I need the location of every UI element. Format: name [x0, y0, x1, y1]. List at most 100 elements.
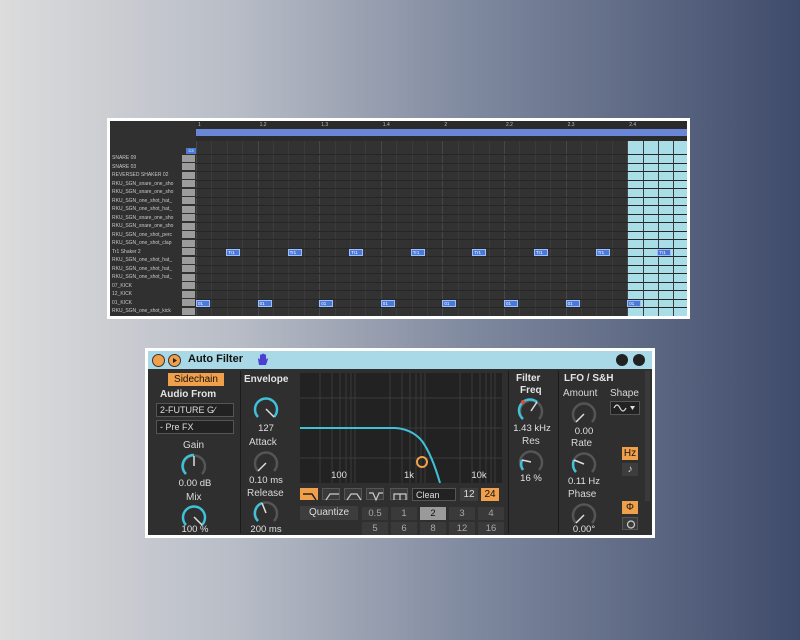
key-stub[interactable]: [182, 197, 195, 204]
key-row[interactable]: RKU_SGN_one_shot_hat_: [110, 205, 196, 213]
midi-note[interactable]: 01: [442, 299, 457, 307]
midi-note[interactable]: 01: [319, 299, 334, 307]
quantize-toggle[interactable]: Quantize: [300, 506, 358, 520]
key-stub[interactable]: [182, 290, 195, 298]
midi-note[interactable]: 01: [380, 299, 395, 307]
key-row[interactable]: RKU_SGN_one_shot_kick: [110, 307, 196, 315]
circuit-dropdown[interactable]: Clean: [412, 488, 456, 501]
lowpass-filter-button[interactable]: [300, 488, 318, 501]
quantize-value-button[interactable]: 6: [391, 522, 417, 535]
key-stub[interactable]: [182, 239, 195, 247]
amount-knob[interactable]: [570, 400, 598, 428]
key-row[interactable]: RKU_SGN_one_shot_hat_: [110, 197, 196, 205]
key-row[interactable]: SNARE 09: [110, 154, 196, 162]
rate-sync-button[interactable]: ♪: [622, 463, 638, 476]
midi-note[interactable]: Tr1: [349, 248, 364, 256]
audio-tap-dropdown[interactable]: - Pre FX: [156, 420, 234, 434]
midi-note[interactable]: Tr1: [410, 248, 425, 256]
rate-knob[interactable]: [570, 450, 598, 478]
quantize-value-button[interactable]: 4: [478, 507, 504, 520]
key-stub[interactable]: [182, 163, 195, 170]
key-stub[interactable]: [182, 214, 195, 221]
lfo-shape-dropdown[interactable]: [610, 401, 640, 415]
midi-note[interactable]: 01: [504, 299, 518, 307]
release-knob[interactable]: [252, 499, 280, 527]
key-row[interactable]: RKU_SGN_one_shot_clap: [110, 239, 196, 247]
rate-hz-button[interactable]: Hz: [622, 447, 638, 460]
save-preset-icon[interactable]: [633, 354, 645, 366]
key-row[interactable]: 01_KICK: [110, 299, 196, 307]
loop-brace[interactable]: [196, 129, 687, 136]
midi-note[interactable]: Tr1: [534, 248, 548, 256]
gain-knob[interactable]: [180, 452, 208, 480]
midi-note[interactable]: Tr1: [472, 248, 487, 256]
key-stub[interactable]: [182, 282, 195, 289]
slope-12-button[interactable]: 12: [460, 488, 478, 501]
device-title-bar[interactable]: Auto Filter: [148, 351, 652, 369]
note-grid[interactable]: 1 1.2 1.3 1.4 2 2.2 2.3 2.4 Tr1 01 Tr1 01 Tr1 01 Tr1 0…: [196, 121, 687, 316]
key-row[interactable]: REVERSED SHAKER 02: [110, 171, 196, 179]
key-stub[interactable]: [182, 307, 195, 315]
key-stub[interactable]: [182, 265, 195, 272]
quantize-value-button[interactable]: 8: [420, 522, 446, 535]
attack-knob[interactable]: [252, 449, 280, 477]
notch-filter-button[interactable]: [366, 488, 384, 502]
key-row[interactable]: RKU_SGN_snare_one_sho: [110, 188, 196, 196]
key-row[interactable]: RKU_SGN_one_shot_hat_: [110, 265, 196, 273]
device-scrollbar[interactable]: [645, 371, 650, 501]
key-row[interactable]: RKU_SGN_snare_one_sho: [110, 180, 196, 188]
key-row[interactable]: RKU_SGN_one_shot_perc: [110, 231, 196, 239]
key-row[interactable]: 12_KICK: [110, 290, 196, 298]
key-stub[interactable]: [182, 256, 195, 264]
quantize-value-button[interactable]: 5: [362, 522, 388, 535]
key-stub[interactable]: [182, 205, 195, 213]
quantize-value-button[interactable]: 2: [420, 507, 446, 520]
key-row[interactable]: RKU_SGN_one_shot_hat_: [110, 256, 196, 264]
loop-start-marker[interactable]: C3: [186, 148, 196, 154]
key-row[interactable]: 07_KICK: [110, 282, 196, 290]
play-icon[interactable]: [168, 354, 181, 367]
key-stub[interactable]: [182, 180, 195, 187]
morph-filter-button[interactable]: [390, 488, 408, 500]
midi-note[interactable]: Tr1: [287, 248, 302, 256]
quantize-value-button[interactable]: 1: [391, 507, 417, 520]
key-row[interactable]: RKU_SGN_one_shot_hat_: [110, 273, 196, 281]
key-row[interactable]: Tr1 Shaker 2: [110, 248, 196, 256]
key-stub[interactable]: [182, 188, 195, 196]
audio-from-dropdown[interactable]: 2-FUTURE G∕: [156, 403, 234, 417]
key-row[interactable]: SNARE 03: [110, 163, 196, 171]
midi-note[interactable]: 01: [627, 299, 642, 307]
midi-note[interactable]: Tr1: [226, 248, 240, 256]
midi-note[interactable]: Tr1: [657, 248, 672, 256]
phase-mode-button[interactable]: Φ: [622, 501, 638, 514]
midi-note[interactable]: 01: [565, 299, 580, 307]
key-stub[interactable]: [182, 231, 195, 238]
quantize-value-button[interactable]: 3: [449, 507, 475, 520]
sidechain-toggle[interactable]: Sidechain: [168, 373, 224, 386]
highpass-filter-button[interactable]: [322, 488, 340, 501]
envelope-knob[interactable]: [252, 395, 280, 423]
key-stub[interactable]: [182, 171, 195, 179]
device-activator-button[interactable]: [152, 354, 165, 367]
key-row[interactable]: RKU_SGN_snare_one_sho: [110, 222, 196, 230]
midi-note[interactable]: Tr1: [595, 248, 610, 256]
frequency-knob[interactable]: [517, 397, 545, 425]
quantize-value-button[interactable]: 12: [449, 522, 475, 535]
quantize-value-button[interactable]: 16: [478, 522, 504, 535]
slope-24-button[interactable]: 24: [481, 488, 499, 501]
filter-response-graph[interactable]: [300, 373, 502, 483]
key-stub[interactable]: [182, 273, 195, 281]
key-stub[interactable]: [182, 154, 195, 162]
bandpass-filter-button[interactable]: [344, 488, 362, 501]
retrigger-icon[interactable]: [622, 517, 638, 530]
midi-note[interactable]: 01: [196, 299, 210, 307]
timeline-ruler[interactable]: 1 1.2 1.3 1.4 2 2.2 2.3 2.4: [196, 121, 687, 141]
key-stub[interactable]: [182, 248, 195, 255]
resonance-knob[interactable]: [517, 448, 545, 476]
key-row[interactable]: RKU_SGN_snare_one_sho: [110, 214, 196, 222]
hot-swap-icon[interactable]: [616, 354, 628, 366]
key-stub[interactable]: [182, 222, 195, 230]
midi-note[interactable]: 01: [257, 299, 272, 307]
quantize-value-button[interactable]: 0.5: [362, 507, 388, 520]
key-stub[interactable]: [182, 299, 195, 306]
